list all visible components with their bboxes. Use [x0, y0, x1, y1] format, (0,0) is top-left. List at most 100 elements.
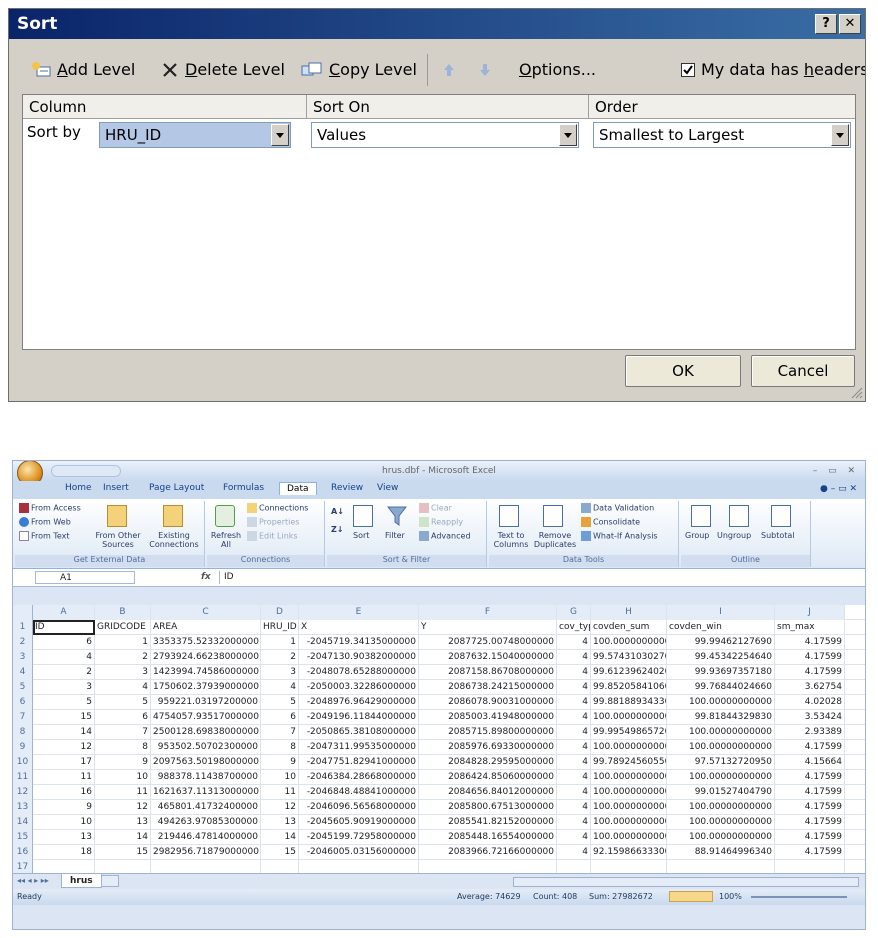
- data-cell[interactable]: 15: [261, 845, 299, 860]
- data-cell[interactable]: 4: [557, 635, 591, 650]
- data-cell[interactable]: -2047130.90382000000: [299, 650, 419, 665]
- data-cell[interactable]: 2086078.90031000000: [419, 695, 557, 710]
- column-letter[interactable]: J: [775, 605, 845, 620]
- data-cell[interactable]: 2085448.16554000000: [419, 830, 557, 845]
- row-number[interactable]: 13: [13, 800, 33, 815]
- headers-checkbox[interactable]: [681, 62, 695, 77]
- sheet-tab-hrus[interactable]: hrus: [61, 874, 102, 888]
- data-cell[interactable]: 5: [95, 695, 151, 710]
- row-number[interactable]: 11: [13, 770, 33, 785]
- data-cell[interactable]: 4: [557, 830, 591, 845]
- row-number[interactable]: 4: [13, 665, 33, 680]
- data-cell[interactable]: -2050865.38108000000: [299, 725, 419, 740]
- row-number[interactable]: 6: [13, 695, 33, 710]
- data-cell[interactable]: 2086738.24215000000: [419, 680, 557, 695]
- header-cell[interactable]: GRIDCODE: [95, 620, 151, 635]
- data-cell[interactable]: 100.00000000000: [591, 635, 667, 650]
- data-cell[interactable]: 8: [261, 740, 299, 755]
- tab-data[interactable]: Data: [279, 482, 317, 495]
- data-cell[interactable]: 15: [95, 845, 151, 860]
- data-cell[interactable]: 99.78924560550: [591, 755, 667, 770]
- data-cell[interactable]: 3: [95, 665, 151, 680]
- header-cell[interactable]: Y: [419, 620, 557, 635]
- data-cell[interactable]: 11: [33, 770, 95, 785]
- row-number[interactable]: 16: [13, 845, 33, 860]
- data-cell[interactable]: 4: [557, 740, 591, 755]
- data-cell[interactable]: 18: [33, 845, 95, 860]
- data-cell[interactable]: 2085976.69330000000: [419, 740, 557, 755]
- data-cell[interactable]: 4: [33, 650, 95, 665]
- data-cell[interactable]: 2097563.50198000000: [151, 755, 261, 770]
- header-cell[interactable]: HRU_ID: [261, 620, 299, 635]
- data-cell[interactable]: 100.00000000000: [667, 830, 775, 845]
- header-cell[interactable]: covden_sum: [591, 620, 667, 635]
- data-cell[interactable]: 16: [33, 785, 95, 800]
- data-cell[interactable]: 3353375.52332000000: [151, 635, 261, 650]
- data-cell[interactable]: 2084828.29595000000: [419, 755, 557, 770]
- data-cell[interactable]: 99.99549865720: [591, 725, 667, 740]
- properties-button[interactable]: Properties: [247, 517, 299, 527]
- zoom-slider[interactable]: [751, 896, 847, 898]
- data-cell[interactable]: -2046005.03156000000: [299, 845, 419, 860]
- data-cell[interactable]: 2982956.71879000000: [151, 845, 261, 860]
- data-cell[interactable]: 2.93389: [775, 725, 845, 740]
- filter-button[interactable]: Filter: [385, 531, 405, 540]
- data-cell[interactable]: 953502.50702300000: [151, 740, 261, 755]
- data-cell[interactable]: 12: [95, 800, 151, 815]
- data-cell[interactable]: 2085541.82152000000: [419, 815, 557, 830]
- data-cell[interactable]: 6: [95, 710, 151, 725]
- data-cell[interactable]: -2049196.11844000000: [299, 710, 419, 725]
- data-cell[interactable]: 2087725.00748000000: [419, 635, 557, 650]
- connections-button[interactable]: Connections: [247, 503, 308, 513]
- header-cell[interactable]: sm_max: [775, 620, 845, 635]
- data-cell[interactable]: 4: [557, 680, 591, 695]
- row-number[interactable]: 5: [13, 680, 33, 695]
- row-number[interactable]: 12: [13, 785, 33, 800]
- fx-icon[interactable]: fx: [201, 572, 211, 582]
- data-cell[interactable]: 100.00000000000: [591, 770, 667, 785]
- data-cell[interactable]: 3.62754: [775, 680, 845, 695]
- from-access-button[interactable]: From Access: [19, 503, 81, 513]
- data-cell[interactable]: 99.85205841060: [591, 680, 667, 695]
- data-cell[interactable]: 4: [557, 710, 591, 725]
- data-cell[interactable]: 2084656.84012000000: [419, 785, 557, 800]
- data-cell[interactable]: 15: [33, 710, 95, 725]
- data-cell[interactable]: 100.00000000000: [591, 815, 667, 830]
- data-cell[interactable]: 97.57132720950: [667, 755, 775, 770]
- group-button[interactable]: Group: [685, 531, 709, 540]
- data-cell[interactable]: 5: [261, 695, 299, 710]
- row-number[interactable]: 8: [13, 725, 33, 740]
- data-cell[interactable]: 4.17599: [775, 815, 845, 830]
- data-cell[interactable]: 99.57431030270: [591, 650, 667, 665]
- sheet-nav-icons[interactable]: ◂◂ ◂ ▸ ▸▸: [17, 876, 49, 885]
- data-cell[interactable]: 4: [95, 680, 151, 695]
- options-button[interactable]: Options...: [519, 60, 596, 79]
- data-cell[interactable]: 2085800.67513000000: [419, 800, 557, 815]
- data-cell[interactable]: 4: [557, 785, 591, 800]
- chevron-down-icon[interactable]: [271, 124, 289, 146]
- data-cell[interactable]: 99.61239624020: [591, 665, 667, 680]
- data-cell[interactable]: 4754057.93517000000: [151, 710, 261, 725]
- row-number[interactable]: 3: [13, 650, 33, 665]
- data-cell[interactable]: 2793924.66238000000: [151, 650, 261, 665]
- data-cell[interactable]: 13: [33, 830, 95, 845]
- data-cell[interactable]: 4: [557, 845, 591, 860]
- data-cell[interactable]: 2083966.72166000000: [419, 845, 557, 860]
- data-cell[interactable]: 1621637.11313000000: [151, 785, 261, 800]
- tab-page-layout[interactable]: Page Layout: [149, 483, 204, 493]
- data-cell[interactable]: 4.17599: [775, 830, 845, 845]
- refresh-all-button[interactable]: Refresh All: [209, 531, 243, 549]
- data-cell[interactable]: 100.00000000000: [667, 725, 775, 740]
- data-cell[interactable]: 3: [33, 680, 95, 695]
- data-cell[interactable]: 988378.11438700000: [151, 770, 261, 785]
- data-cell[interactable]: 9: [261, 755, 299, 770]
- consolidate-button[interactable]: Consolidate: [581, 517, 640, 527]
- header-cell[interactable]: cov_type: [557, 620, 591, 635]
- header-cell[interactable]: X: [299, 620, 419, 635]
- tab-home[interactable]: Home: [65, 483, 92, 493]
- data-cell[interactable]: 14: [33, 725, 95, 740]
- column-letter[interactable]: C: [151, 605, 261, 620]
- data-cell[interactable]: 11: [95, 785, 151, 800]
- column-letter[interactable]: G: [557, 605, 591, 620]
- data-cell[interactable]: 100.00000000000: [667, 770, 775, 785]
